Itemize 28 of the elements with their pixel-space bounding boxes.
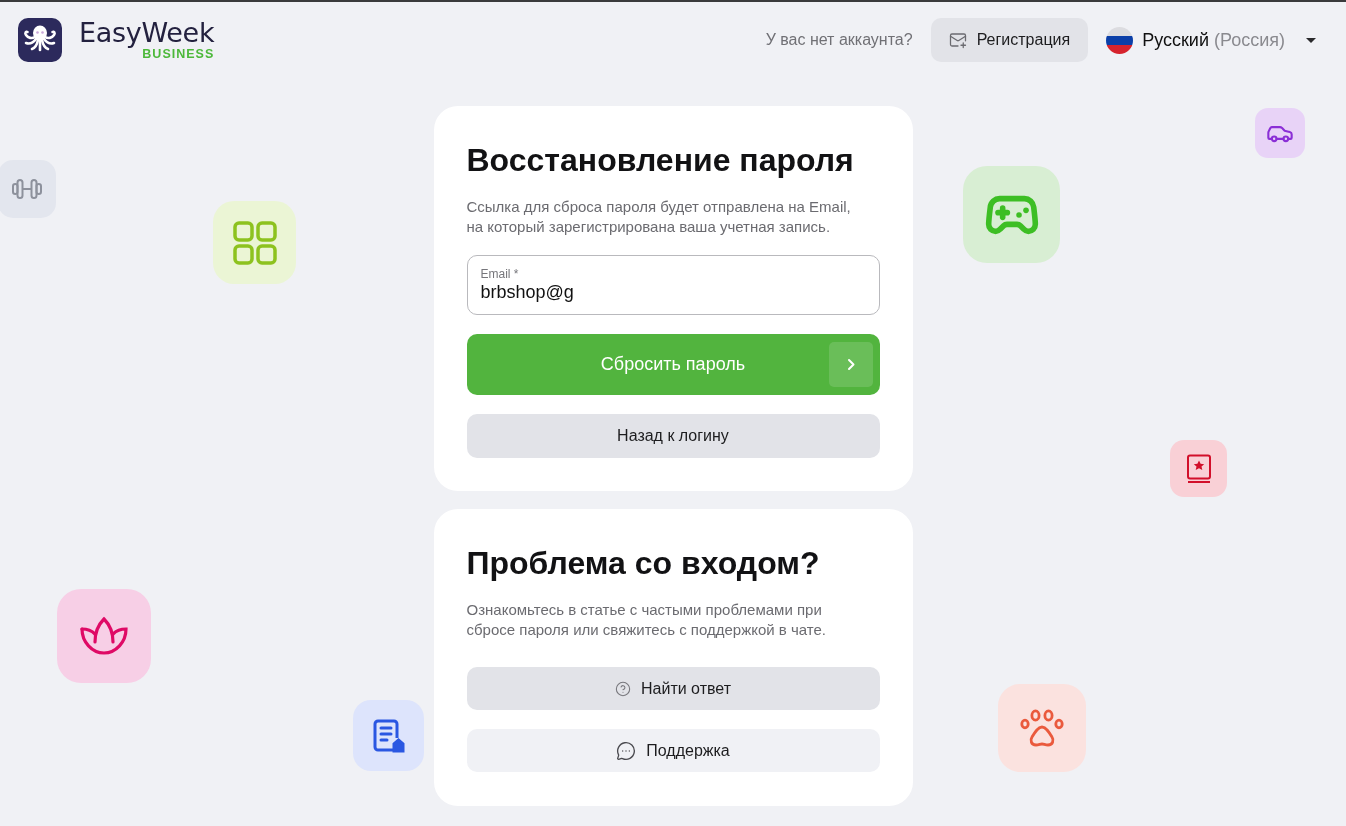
register-button[interactable]: Регистрация [930,18,1089,62]
card-description: Ссылка для сброса пароля будет отправлена на Email, на который зарегистрирована ваша учетная запись. [466,197,852,237]
car-icon [1255,108,1305,158]
back-to-login-button[interactable]: Назад к логину [466,414,880,458]
lotus-icon [57,589,151,683]
card-title: Восстановление пароля [466,141,855,179]
chevron-right-icon [828,342,873,387]
brand-tagline: BUSINESS [142,47,215,61]
card-title: Проблема со входом? [466,544,821,582]
language-selector[interactable]: Русский (Россия) [1106,26,1316,54]
card-description: Ознакомьтесь в статье с частыми проблемами при сбросе пароля или свяжитесь с поддержкой в чате. [466,600,827,640]
email-input[interactable]: brbshop@g [480,281,866,303]
flag-icon [1106,26,1134,54]
document-icon [353,700,424,771]
caret-icon [1306,37,1316,43]
dumbbell-icon [0,160,56,218]
support-button[interactable]: Поддержка [466,729,880,772]
paw-icon [998,684,1086,772]
envelope-plus-icon [948,31,967,49]
field-label: Email * [480,267,519,281]
find-answer-button[interactable]: Найти ответ [466,667,880,710]
email-field[interactable]: Email * brbshop@g [466,255,880,315]
question-mark-icon [615,680,631,697]
gamepad-icon [963,166,1060,263]
octopus-logo-icon [18,18,62,62]
grid-icon [213,201,296,284]
chat-bubble-icon [616,740,637,761]
no-account-text: У вас нет аккаунта? [765,31,913,49]
